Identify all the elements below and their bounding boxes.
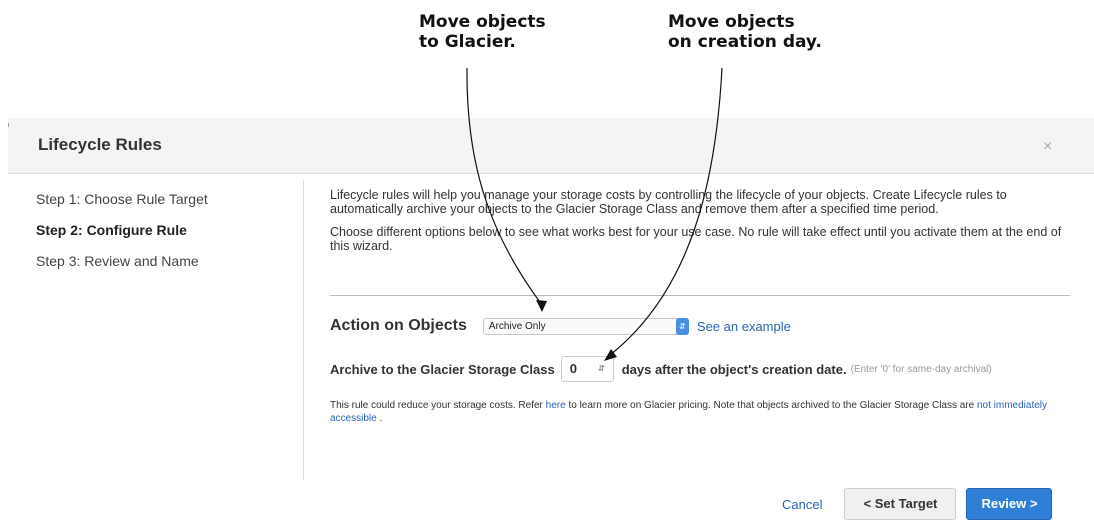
same-day-hint: (Enter '0' for same-day archival): [850, 363, 992, 375]
step-choose-rule-target[interactable]: Step 1: Choose Rule Target: [36, 190, 208, 221]
steps-divider: [303, 180, 304, 480]
step-configure-rule[interactable]: Step 2: Configure Rule: [36, 221, 208, 252]
here-link[interactable]: here: [546, 400, 566, 411]
dialog-header: Lifecycle Rules ×: [8, 118, 1094, 174]
action-select[interactable]: Archive Only ⇵: [482, 317, 689, 335]
select-arrows-icon: ⇵: [675, 317, 689, 335]
annotation-move-on-creation-day: Move objects on creation day.: [668, 12, 822, 52]
cost-note: This rule could reduce your storage cost…: [330, 400, 1048, 424]
intro-paragraph-1: Lifecycle rules will help you manage you…: [330, 188, 1007, 216]
wizard-steps: Step 1: Choose Rule Target Step 2: Confi…: [36, 190, 208, 283]
days-after-creation-label: days after the object's creation date.: [621, 361, 847, 377]
set-target-button[interactable]: < Set Target: [844, 488, 957, 520]
dialog-footer: Cancel < Set Target Review >: [782, 488, 1053, 520]
section-divider: [330, 295, 1070, 296]
see-example-link[interactable]: See an example: [697, 319, 791, 334]
action-select-value: Archive Only: [488, 320, 546, 332]
archive-days-stepper[interactable]: 0 ⇵: [560, 356, 614, 382]
configure-rule-panel: Lifecycle rules will help you manage you…: [330, 188, 1080, 424]
intro-paragraph-2: Choose different options below to see wh…: [330, 225, 1062, 253]
step-review-and-name[interactable]: Step 3: Review and Name: [36, 252, 208, 283]
archive-row: Archive to the Glacier Storage Class 0 ⇵…: [330, 356, 992, 382]
stepper-arrows-icon[interactable]: ⇵: [598, 357, 605, 381]
annotation-move-to-glacier: Move objects to Glacier.: [419, 12, 546, 52]
action-on-objects-row: Action on Objects Archive Only ⇵ See an …: [330, 317, 791, 335]
archive-days-value: 0: [569, 361, 577, 376]
lifecycle-rules-dialog: Lifecycle Rules × Step 1: Choose Rule Ta…: [8, 118, 1094, 529]
review-button[interactable]: Review >: [966, 488, 1053, 520]
dialog-title: Lifecycle Rules: [38, 135, 162, 154]
action-on-objects-title: Action on Objects: [330, 317, 467, 334]
archive-label: Archive to the Glacier Storage Class: [330, 361, 555, 377]
cancel-link[interactable]: Cancel: [782, 497, 822, 512]
header-edge-mark: [8, 123, 9, 127]
close-icon[interactable]: ×: [1043, 138, 1052, 156]
